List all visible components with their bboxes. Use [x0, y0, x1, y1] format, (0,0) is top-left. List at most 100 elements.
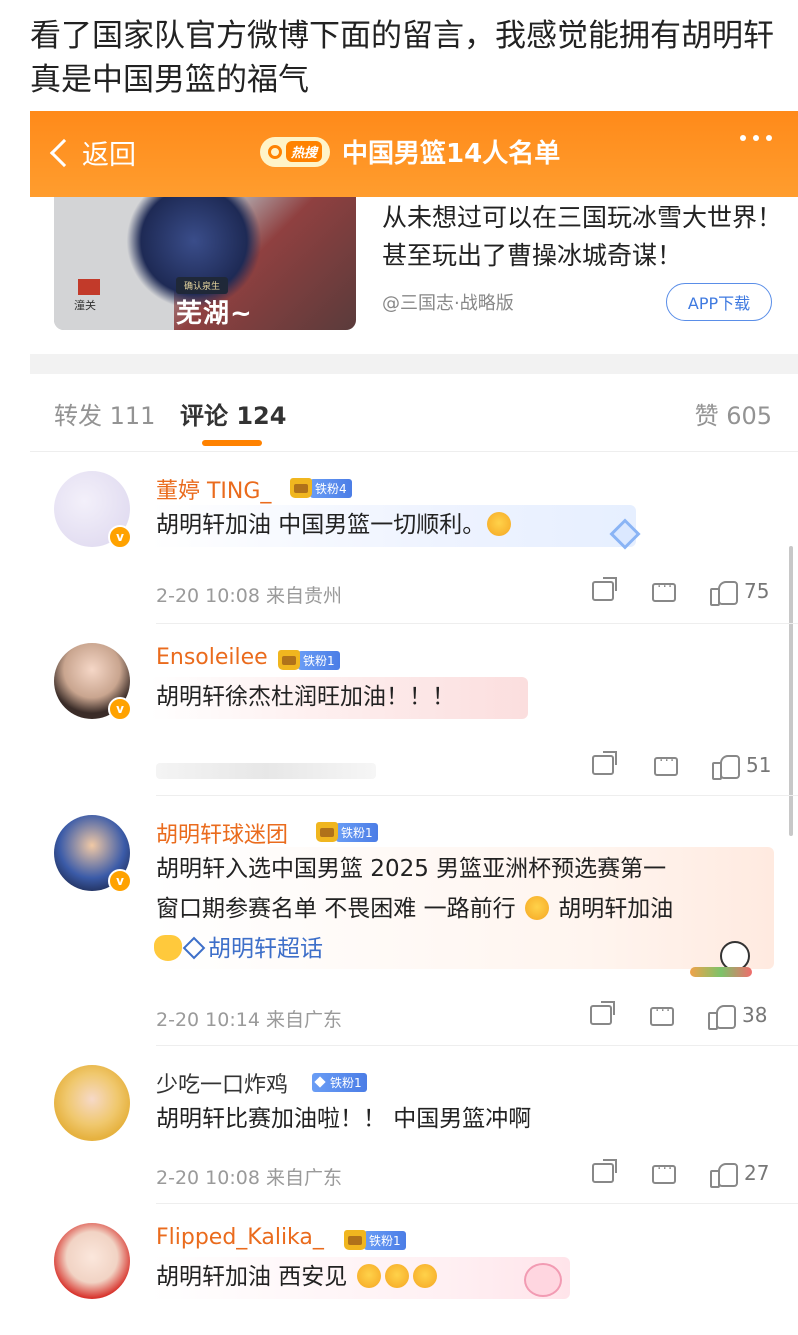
- divider: [30, 451, 798, 452]
- weibo-screenshot: 返回 热搜 中国男篮14人名单 潼关 确认泉生 芜湖~ 从未想过可以在三国玩冰雪…: [30, 111, 798, 1335]
- cheer-emoji-icon: [356, 1264, 381, 1288]
- avatar[interactable]: [54, 1065, 130, 1141]
- thumbs-up-icon: [708, 1003, 736, 1030]
- laughing-emoji-icon: [487, 512, 512, 536]
- verified-badge-icon: v: [108, 697, 132, 721]
- comment-author[interactable]: 董婷 TING_: [156, 473, 271, 505]
- comment-meta: 2-20 10:14 来自广东: [156, 1009, 342, 1031]
- crown-icon: [316, 822, 338, 842]
- fan-badge[interactable]: 铁粉1: [278, 649, 340, 671]
- ad-gate-icon: [78, 279, 100, 295]
- more-dot-icon: [766, 135, 772, 141]
- share-icon: [592, 751, 617, 775]
- comment-icon: [652, 579, 676, 602]
- interaction-tabs: 转发 111 评论 124 赞 605: [30, 374, 798, 446]
- comment-item: v 胡明轩球迷团 铁粉1 胡明轩入选中国男篮 2025 男篮亚洲杯预选赛第一 窗…: [30, 811, 798, 1049]
- comment-item: Flipped_Kalika_ 铁粉1 胡明轩加油 西安见: [30, 1219, 798, 1335]
- tab-like[interactable]: 赞 605: [695, 396, 772, 431]
- comment-text-line3: 胡明轩超话: [154, 929, 323, 969]
- like-button[interactable]: 27: [710, 1161, 770, 1188]
- comment-text-line2-end: 胡明轩加油: [558, 896, 674, 922]
- fan-badge[interactable]: 铁粉1: [316, 821, 378, 843]
- fan-level: 铁粉4: [310, 478, 352, 498]
- post-caption: 看了国家队官方微博下面的留言，我感觉能拥有胡明轩真是中国男篮的福气: [30, 18, 774, 98]
- more-menu-button[interactable]: [740, 135, 772, 141]
- crown-icon: [344, 1230, 366, 1250]
- comment-text: 胡明轩比赛加油啦！！ 中国男篮冲啊: [156, 1106, 532, 1132]
- fan-level: 铁粉1: [364, 1230, 406, 1250]
- reply-button[interactable]: [650, 1003, 674, 1026]
- super-topic-label: 胡明轩超话: [208, 936, 323, 962]
- fan-badge[interactable]: 铁粉4: [290, 477, 352, 499]
- comment-item: v Ensoleilee 铁粉1 胡明轩徐杰杜润旺加油！！！ 51: [30, 639, 798, 799]
- comment-meta: 2-20 10:08 来自贵州: [156, 585, 342, 607]
- like-count: 27: [744, 1161, 770, 1185]
- more-dot-icon: [753, 135, 759, 141]
- comment-icon: [652, 1161, 676, 1184]
- super-topic-link[interactable]: 胡明轩超话: [182, 936, 323, 962]
- crown-icon: [278, 650, 300, 670]
- muscle-emoji-icon: [524, 896, 549, 920]
- like-count: 75: [744, 579, 770, 603]
- crown-icon: [290, 478, 312, 498]
- comment-text-content: 胡明轩加油 西安见: [156, 1264, 348, 1290]
- page-title-group: 热搜 中国男篮14人名单: [260, 133, 560, 170]
- thumbs-up-icon: [710, 1161, 738, 1188]
- comment-icon: [654, 753, 678, 776]
- app-download-button[interactable]: APP下载: [666, 283, 772, 321]
- comment-author[interactable]: 胡明轩球迷团: [156, 817, 288, 849]
- share-button[interactable]: [592, 1159, 617, 1183]
- comment-item: v 董婷 TING_ 铁粉4 胡明轩加油 中国男篮一切顺利。 2-20 10:0…: [30, 467, 798, 627]
- share-button[interactable]: [592, 577, 617, 601]
- divider: [156, 623, 798, 624]
- comment-author[interactable]: Flipped_Kalika_: [156, 1225, 324, 1250]
- blurred-meta: [156, 763, 376, 779]
- ad-small-label: 确认泉生: [176, 277, 229, 294]
- top-bar: 返回 热搜 中国男篮14人名单: [30, 111, 798, 197]
- like-count: 38: [742, 1003, 768, 1027]
- comment-author[interactable]: 少吃一口炸鸡: [156, 1067, 288, 1099]
- thumbs-up-icon: [712, 753, 740, 780]
- ad-source[interactable]: @三国志·战略版: [382, 289, 514, 315]
- avatar[interactable]: [54, 1223, 130, 1299]
- ad-image[interactable]: 潼关 确认泉生 芜湖~: [54, 197, 356, 330]
- comment-text-content: 胡明轩加油 中国男篮一切顺利。: [156, 512, 486, 538]
- divider: [156, 1203, 798, 1204]
- fan-level: 铁粉1: [336, 822, 378, 842]
- diamond-icon: [314, 1075, 326, 1088]
- reply-button[interactable]: [654, 753, 678, 776]
- divider: [156, 1045, 798, 1046]
- divider: [156, 795, 798, 796]
- comment-text-line2-start: 窗口期参赛名单 不畏困难 一路前行: [156, 896, 516, 922]
- comment-text: 胡明轩徐杰杜润旺加油！！！: [156, 684, 455, 710]
- fan-badge[interactable]: 铁粉1: [312, 1071, 367, 1093]
- reply-button[interactable]: [652, 579, 676, 602]
- verified-badge-icon: v: [108, 869, 132, 893]
- reply-button[interactable]: [652, 1161, 676, 1184]
- back-button[interactable]: 返回: [48, 133, 136, 172]
- page-title: 中国男篮14人名单: [342, 139, 561, 169]
- comment-author[interactable]: Ensoleilee: [156, 645, 268, 670]
- share-button[interactable]: [592, 751, 617, 775]
- cheer-emoji-icon: [412, 1264, 437, 1288]
- fan-badge[interactable]: 铁粉1: [344, 1229, 406, 1251]
- tab-active-indicator: [202, 440, 262, 446]
- ad-card[interactable]: 潼关 确认泉生 芜湖~ 从未想过可以在三国玩冰雪大世界！甚至玩出了曹操冰城奇谋！…: [30, 197, 798, 347]
- like-button[interactable]: 51: [712, 753, 771, 780]
- comment-item: 少吃一口炸鸡 铁粉1 胡明轩比赛加油啦！！ 中国男篮冲啊 2-20 10:08 …: [30, 1061, 798, 1211]
- like-button[interactable]: 75: [710, 579, 770, 606]
- super-topic-icon: [182, 936, 206, 960]
- comment-text-line2: 窗口期参赛名单 不畏困难 一路前行 胡明轩加油: [156, 889, 673, 929]
- fan-level: 铁粉1: [298, 650, 340, 670]
- like-button[interactable]: 38: [708, 1003, 768, 1030]
- share-icon: [590, 1001, 615, 1025]
- panda-decoration-icon: [690, 939, 752, 981]
- share-button[interactable]: [590, 1001, 615, 1025]
- tab-comment[interactable]: 评论 124: [180, 396, 286, 431]
- ad-big-label: 芜湖~: [176, 299, 253, 329]
- ad-place-label: 潼关: [74, 299, 96, 312]
- tab-repost[interactable]: 转发 111: [54, 396, 155, 431]
- search-icon: [268, 144, 282, 159]
- ad-text[interactable]: 从未想过可以在三国玩冰雪大世界！甚至玩出了曹操冰城奇谋！: [382, 199, 782, 275]
- more-dot-icon: [740, 135, 746, 141]
